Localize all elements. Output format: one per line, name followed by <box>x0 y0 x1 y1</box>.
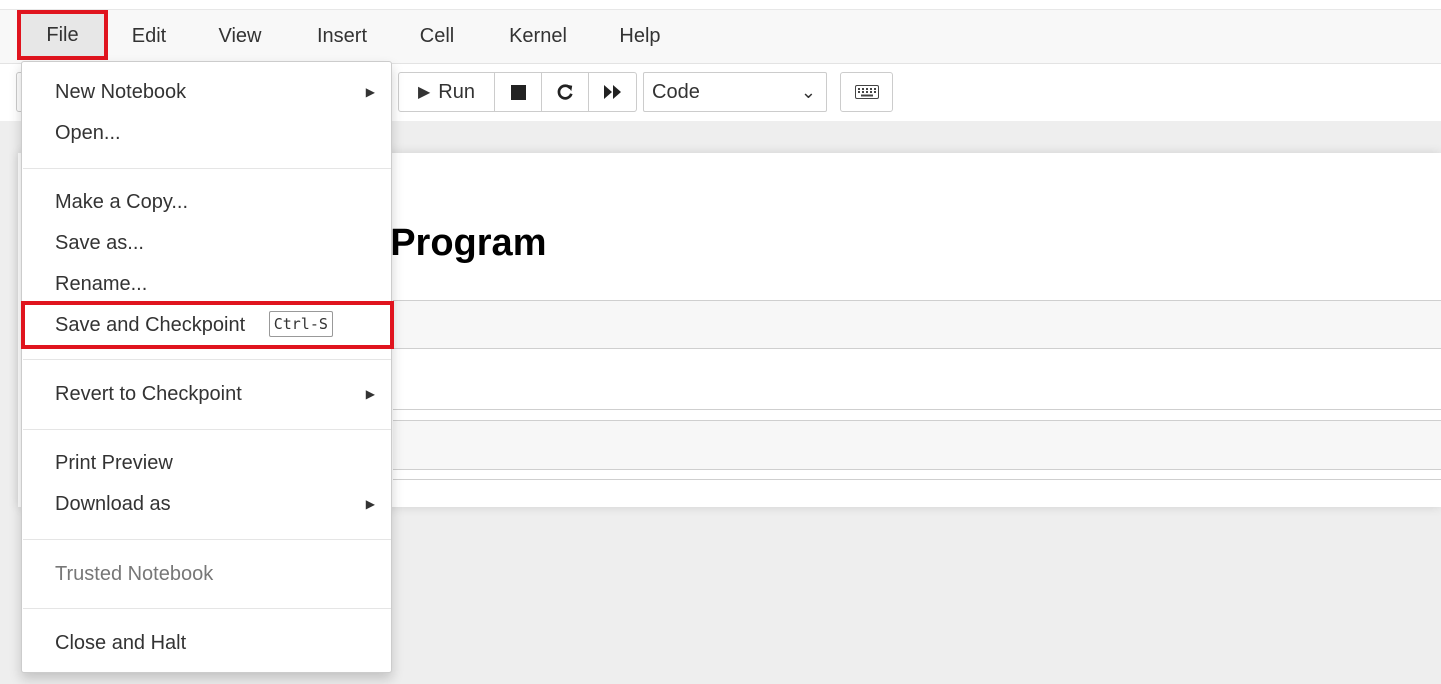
cell-type-select[interactable]: Code ⌄ <box>643 72 827 112</box>
menu-help[interactable]: Help <box>606 10 674 63</box>
code-cell-2[interactable] <box>393 420 1441 470</box>
menu-item-save-and-checkpoint[interactable]: Save and Checkpoint Ctrl-S <box>21 301 394 349</box>
menu-item-download-as[interactable]: Download as ▶ <box>22 486 391 522</box>
menu-insert[interactable]: Insert <box>301 10 383 63</box>
stop-icon <box>510 84 526 100</box>
caret-right-icon: ▶ <box>365 497 375 511</box>
menu-divider <box>23 168 391 169</box>
menu-item-label: Open... <box>55 122 121 144</box>
menu-item-label: Trusted Notebook <box>55 563 214 585</box>
run-button-label: Run <box>438 80 475 103</box>
menu-item-open[interactable]: Open... <box>22 115 391 151</box>
menu-item-label: Close and Halt <box>55 632 187 654</box>
notebook-heading: t Program <box>367 222 547 264</box>
menu-edit[interactable]: Edit <box>118 10 180 63</box>
menu-item-label: Make a Copy... <box>55 191 189 213</box>
menu-item-label: Save as... <box>55 232 144 254</box>
command-palette-button[interactable] <box>840 72 893 112</box>
menu-item-label: Rename... <box>55 273 148 295</box>
menu-file[interactable]: File <box>17 10 108 60</box>
menu-item-label: Revert to Checkpoint <box>55 383 242 405</box>
interrupt-kernel-button[interactable] <box>495 73 542 111</box>
fast-forward-icon <box>603 85 621 99</box>
run-button[interactable]: ▶ Run <box>399 73 495 111</box>
menu-item-trusted-notebook: Trusted Notebook <box>22 556 391 592</box>
menu-item-label: Print Preview <box>55 452 173 474</box>
chevron-down-icon: ⌄ <box>800 82 816 102</box>
restart-run-all-button[interactable] <box>589 73 636 111</box>
menu-divider <box>23 608 391 609</box>
menu-divider <box>23 359 391 360</box>
cell-type-value: Code <box>652 81 700 103</box>
menu-item-label: Save and Checkpoint <box>55 314 246 336</box>
menu-item-close-and-halt[interactable]: Close and Halt <box>22 625 391 661</box>
keyboard-icon <box>854 85 879 99</box>
caret-right-icon: ▶ <box>365 387 375 401</box>
menu-item-save-as[interactable]: Save as... <box>22 225 391 261</box>
menu-cell[interactable]: Cell <box>407 10 467 63</box>
cell-divider <box>393 479 1441 480</box>
keyboard-shortcut: Ctrl-S <box>268 310 333 337</box>
menu-item-make-copy[interactable]: Make a Copy... <box>22 184 391 220</box>
menu-item-label: Download as <box>55 493 171 515</box>
menu-item-rename[interactable]: Rename... <box>22 266 391 302</box>
restart-kernel-button[interactable] <box>542 73 589 111</box>
menu-divider <box>23 429 391 430</box>
restart-icon <box>557 84 573 100</box>
menu-item-new-notebook[interactable]: New Notebook ▶ <box>22 74 391 110</box>
run-control-group: ▶ Run <box>398 72 637 112</box>
menu-item-label: New Notebook <box>55 81 187 103</box>
jupyter-window: File Edit View Insert Cell Kernel Help ▶… <box>0 0 1441 684</box>
menubar: File Edit View Insert Cell Kernel Help <box>0 10 1441 64</box>
menu-view[interactable]: View <box>204 10 276 63</box>
play-icon: ▶ <box>417 84 431 101</box>
menu-item-revert-to-checkpoint[interactable]: Revert to Checkpoint ▶ <box>22 376 391 412</box>
caret-right-icon: ▶ <box>365 85 375 99</box>
file-menu-dropdown: New Notebook ▶ Open... Make a Copy... Sa… <box>21 61 394 673</box>
code-cell-1[interactable] <box>393 300 1441 349</box>
cell-divider <box>393 409 1441 410</box>
menu-divider <box>23 539 391 540</box>
menu-item-print-preview[interactable]: Print Preview <box>22 445 391 481</box>
menu-kernel[interactable]: Kernel <box>493 10 583 63</box>
